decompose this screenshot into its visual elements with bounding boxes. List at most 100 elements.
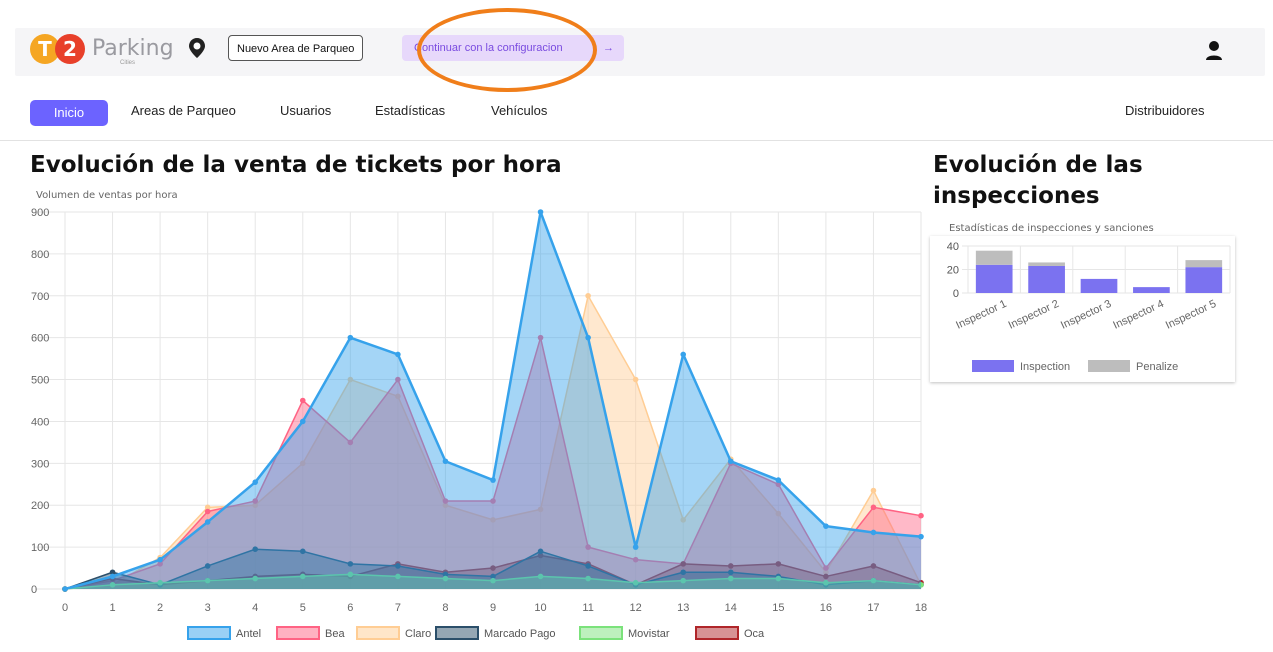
y-tick-label: 500 (31, 375, 49, 387)
continue-config-button[interactable]: Continuar con la configuracion → (402, 35, 624, 61)
data-point (918, 512, 924, 519)
data-point (680, 351, 687, 358)
nav-item-areas-de-parqueo[interactable]: Areas de Parqueo (131, 103, 236, 118)
legend-label: Inspection (1020, 361, 1070, 373)
bar-inspection (1080, 278, 1118, 293)
y-tick-label: 20 (947, 265, 959, 277)
x-tick-label: Inspector 2 (1007, 298, 1061, 332)
bar-penalize (1185, 260, 1223, 268)
data-point (204, 508, 211, 515)
x-tick-label: Inspector 4 (1111, 298, 1165, 332)
legend-label: Oca (744, 628, 765, 640)
bar-penalize (975, 250, 1013, 265)
continue-config-label: Continuar con la configuracion (414, 42, 563, 54)
ticket-sales-chart: 01002003004005006007008009000 1 2 3 4 5 6 7 8 9 10… (31, 207, 927, 640)
x-tick-label: 0 (62, 602, 68, 614)
data-point (632, 544, 639, 550)
data-point (870, 529, 877, 536)
legend-label: Bea (325, 628, 345, 640)
logo-text: Parking (92, 36, 174, 61)
y-tick-label: 900 (31, 207, 49, 219)
side-chart-heading-line2: inspecciones (933, 183, 1100, 209)
legend-swatch (972, 360, 1014, 372)
x-tick-label: 12 (630, 602, 642, 614)
data-point (62, 586, 68, 592)
legend-swatch (579, 626, 623, 640)
x-tick-label: 4 (252, 602, 258, 614)
nav-item-inicio[interactable]: Inicio (30, 100, 108, 126)
location-pin-icon[interactable] (186, 36, 208, 60)
legend-swatch (435, 626, 479, 640)
y-tick-label: 0 (31, 584, 37, 596)
nav-item-estadisticas[interactable]: Estadísticas (375, 103, 445, 118)
x-tick-label: 15 (772, 602, 784, 614)
x-tick-label: 17 (867, 602, 879, 614)
nav-item-distribuidores[interactable]: Distribuidores (1125, 103, 1204, 118)
legend-swatch (1088, 360, 1130, 372)
x-tick-label: Inspector 3 (1059, 298, 1113, 332)
main-chart-heading: Evolución de la venta de tickets por hor… (30, 152, 562, 178)
data-point (299, 418, 306, 425)
data-point (109, 573, 116, 580)
legend-label: Marcado Pago (484, 628, 556, 640)
arrow-right-icon: → (603, 42, 614, 54)
data-point (823, 523, 829, 529)
data-point (395, 351, 401, 358)
x-tick-label: 1 (109, 602, 115, 614)
side-chart-title: Estadísticas de inspecciones y sanciones (949, 223, 1154, 234)
legend-label: Movistar (628, 628, 670, 640)
y-tick-label: 400 (31, 416, 49, 428)
logo-2: 2 (55, 34, 85, 64)
data-point (204, 519, 211, 525)
new-area-button[interactable]: Nuevo Area de Parqueo (228, 35, 364, 61)
x-tick-label: 18 (915, 602, 927, 614)
data-point (347, 334, 354, 341)
side-chart-heading-line1: Evolución de las (933, 152, 1143, 178)
y-tick-label: 700 (31, 291, 49, 303)
nav-item-usuarios[interactable]: Usuarios (280, 103, 331, 118)
data-point (157, 556, 163, 563)
legend-swatch (695, 626, 739, 640)
x-tick-label: 5 (300, 602, 306, 614)
data-point (490, 477, 496, 483)
data-point (252, 479, 259, 485)
x-tick-label: 14 (725, 602, 737, 614)
x-tick-label: Inspector 5 (1164, 298, 1218, 332)
bar-inspection (1028, 265, 1065, 293)
inspections-chart: 02040Inspector 1Inspector 2Inspector 3In… (947, 241, 1231, 373)
legend-label: Antel (236, 628, 261, 640)
y-tick-label: 0 (953, 288, 959, 300)
legend-swatch (276, 626, 320, 640)
y-tick-label: 200 (31, 500, 49, 512)
data-point (442, 458, 449, 465)
x-tick-label: 13 (677, 602, 689, 614)
x-tick-label: 3 (205, 602, 211, 614)
data-point (299, 397, 306, 404)
data-point (585, 292, 591, 299)
x-tick-label: 16 (820, 602, 832, 614)
data-point (585, 334, 591, 341)
data-point (870, 487, 877, 494)
data-point (775, 477, 782, 483)
legend-label: Claro (405, 628, 431, 640)
x-tick-label: 7 (395, 602, 401, 614)
y-tick-label: 800 (31, 249, 49, 261)
x-tick-label: 9 (490, 602, 496, 614)
data-point (727, 458, 734, 465)
bar-penalize (1028, 262, 1065, 266)
bar-inspection (1185, 267, 1223, 293)
bar-inspection (1133, 287, 1170, 293)
nav-divider (0, 140, 1273, 141)
data-point (870, 504, 877, 511)
data-point (918, 533, 924, 540)
y-tick-label: 40 (947, 241, 959, 253)
y-tick-label: 300 (31, 458, 49, 470)
bar-inspection (975, 264, 1013, 293)
user-icon[interactable] (1205, 40, 1223, 62)
x-tick-label: 2 (157, 602, 163, 614)
x-tick-label: 11 (582, 602, 593, 614)
nav-item-vehiculos[interactable]: Vehículos (491, 103, 547, 118)
y-tick-label: 600 (31, 333, 49, 345)
x-tick-label: 8 (442, 602, 448, 614)
legend-label: Penalize (1136, 361, 1178, 373)
